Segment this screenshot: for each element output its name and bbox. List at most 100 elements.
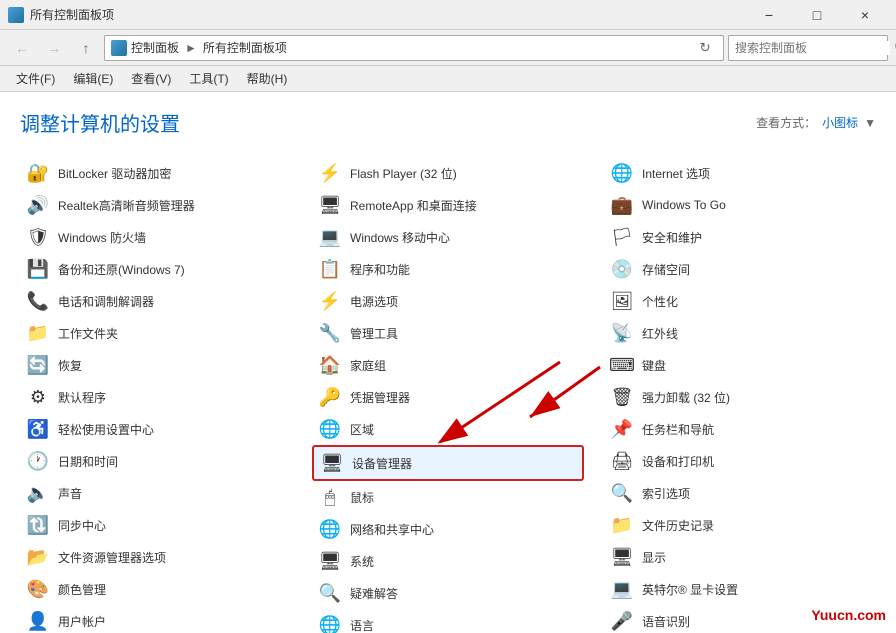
- item-useraccount[interactable]: 👤 用户帐户: [20, 605, 292, 633]
- troubleshoot-label: 疑难解答: [350, 585, 398, 602]
- filehistory-icon: 📁: [610, 513, 634, 537]
- item-bitlocker[interactable]: 🔐 BitLocker 驱动器加密: [20, 157, 292, 189]
- indexing-icon: 🔍: [610, 481, 634, 505]
- close-button[interactable]: ×: [842, 0, 888, 30]
- sound-icon: 🔈: [26, 481, 50, 505]
- item-power[interactable]: ⚡ 电源选项: [312, 285, 584, 317]
- taskbar-icon: 📌: [610, 417, 634, 441]
- item-sync[interactable]: 🔃 同步中心: [20, 509, 292, 541]
- item-programs[interactable]: 📋 程序和功能: [312, 253, 584, 285]
- minimize-button[interactable]: −: [746, 0, 792, 30]
- menu-view[interactable]: 查看(V): [123, 68, 179, 89]
- language-icon: 🌐: [318, 613, 342, 633]
- item-system[interactable]: 🖥 系统: [312, 545, 584, 577]
- item-network[interactable]: 🌐 网络和共享中心: [312, 513, 584, 545]
- power-label: 电源选项: [350, 293, 398, 310]
- item-personalize[interactable]: 🖼 个性化: [604, 285, 876, 317]
- page-header: 调整计算机的设置 查看方式： 小图标 ▼: [20, 108, 876, 137]
- view-value[interactable]: 小图标: [822, 114, 858, 131]
- item-realtek[interactable]: 🔊 Realtek高清晰音频管理器: [20, 189, 292, 221]
- menu-tools[interactable]: 工具(T): [181, 68, 236, 89]
- main-content: 调整计算机的设置 查看方式： 小图标 ▼ 🔐 BitLocker 驱动器加密: [0, 92, 896, 633]
- refresh-button[interactable]: ↻: [693, 36, 717, 60]
- datetime-icon: 🕐: [26, 449, 50, 473]
- maximize-button[interactable]: □: [794, 0, 840, 30]
- item-firewall[interactable]: 🛡 Windows 防火墙: [20, 221, 292, 253]
- region-label: 区域: [350, 421, 374, 438]
- uninstall-icon: 🗑: [610, 385, 634, 409]
- breadcrumb-2: 所有控制面板项: [203, 39, 287, 56]
- system-icon: 🖥: [318, 549, 342, 573]
- forward-button[interactable]: →: [40, 34, 68, 62]
- item-internet[interactable]: 🌐 Internet 选项: [604, 157, 876, 189]
- item-display[interactable]: 🖥 显示: [604, 541, 876, 573]
- item-winmobile[interactable]: 💻 Windows 移动中心: [312, 221, 584, 253]
- item-restore[interactable]: 🔄 恢复: [20, 349, 292, 381]
- item-infrared[interactable]: 📡 红外线: [604, 317, 876, 349]
- item-uninstall[interactable]: 🗑 强力卸载 (32 位): [604, 381, 876, 413]
- menu-edit[interactable]: 编辑(E): [65, 68, 121, 89]
- menu-file[interactable]: 文件(F): [8, 68, 63, 89]
- flashplayer-icon: ⚡: [318, 161, 342, 185]
- restore-label: 恢复: [58, 357, 82, 374]
- item-credentials[interactable]: 🔑 凭据管理器: [312, 381, 584, 413]
- flashplayer-label: Flash Player (32 位): [350, 165, 457, 182]
- back-button[interactable]: ←: [8, 34, 36, 62]
- devices-label: 设备和打印机: [642, 453, 714, 470]
- item-indexing[interactable]: 🔍 索引选项: [604, 477, 876, 509]
- datetime-label: 日期和时间: [58, 453, 118, 470]
- network-icon: 🌐: [318, 517, 342, 541]
- item-taskbar[interactable]: 📌 任务栏和导航: [604, 413, 876, 445]
- item-keyboard[interactable]: ⌨ 键盘: [604, 349, 876, 381]
- item-default[interactable]: ⚙ 默认程序: [20, 381, 292, 413]
- language-label: 语言: [350, 617, 374, 633]
- item-backup[interactable]: 💾 备份和还原(Windows 7): [20, 253, 292, 285]
- item-ease[interactable]: ♿ 轻松使用设置中心: [20, 413, 292, 445]
- item-filehistory[interactable]: 📁 文件历史记录: [604, 509, 876, 541]
- search-bar[interactable]: 🔍: [728, 35, 888, 61]
- item-workfolder[interactable]: 📁 工作文件夹: [20, 317, 292, 349]
- item-storage[interactable]: 💿 存储空间: [604, 253, 876, 285]
- item-device[interactable]: 🖥 设备管理器: [312, 445, 584, 481]
- storage-label: 存储空间: [642, 261, 690, 278]
- column-1: 🔐 BitLocker 驱动器加密 🔊 Realtek高清晰音频管理器 🛡 Wi…: [20, 157, 292, 633]
- homegroup-icon: 🏠: [318, 353, 342, 377]
- view-dropdown-icon[interactable]: ▼: [864, 116, 876, 130]
- item-mouse[interactable]: 🖱 鼠标: [312, 481, 584, 513]
- breadcrumb-separator: ►: [185, 41, 197, 55]
- item-sound[interactable]: 🔈 声音: [20, 477, 292, 509]
- color-icon: 🎨: [26, 577, 50, 601]
- window-title: 所有控制面板项: [30, 6, 114, 23]
- item-flashplayer[interactable]: ⚡ Flash Player (32 位): [312, 157, 584, 189]
- speech-icon: 🎤: [610, 609, 634, 633]
- item-security[interactable]: 🏳 安全和维护: [604, 221, 876, 253]
- keyboard-label: 键盘: [642, 357, 666, 374]
- item-devices[interactable]: 🖨 设备和打印机: [604, 445, 876, 477]
- item-region[interactable]: 🌐 区域: [312, 413, 584, 445]
- item-windowstogo[interactable]: 💼 Windows To Go: [604, 189, 876, 221]
- security-icon: 🏳: [610, 225, 634, 249]
- item-intel[interactable]: 💻 英特尔® 显卡设置: [604, 573, 876, 605]
- address-bar[interactable]: 控制面板 ► 所有控制面板项 ↻: [104, 35, 724, 61]
- item-language[interactable]: 🌐 语言: [312, 609, 584, 633]
- item-remoteapp[interactable]: 🖥 RemoteApp 和桌面连接: [312, 189, 584, 221]
- up-button[interactable]: ↑: [72, 34, 100, 62]
- devices-icon: 🖨: [610, 449, 634, 473]
- default-icon: ⚙: [26, 385, 50, 409]
- item-color[interactable]: 🎨 颜色管理: [20, 573, 292, 605]
- security-label: 安全和维护: [642, 229, 702, 246]
- item-homegroup[interactable]: 🏠 家庭组: [312, 349, 584, 381]
- item-explorer[interactable]: 📂 文件资源管理器选项: [20, 541, 292, 573]
- firewall-icon: 🛡: [26, 225, 50, 249]
- indexing-label: 索引选项: [642, 485, 690, 502]
- menu-help[interactable]: 帮助(H): [239, 68, 296, 89]
- region-icon: 🌐: [318, 417, 342, 441]
- item-datetime[interactable]: 🕐 日期和时间: [20, 445, 292, 477]
- item-troubleshoot[interactable]: 🔍 疑难解答: [312, 577, 584, 609]
- item-phone[interactable]: 📞 电话和调制解调器: [20, 285, 292, 317]
- phone-label: 电话和调制解调器: [58, 293, 154, 310]
- credentials-icon: 🔑: [318, 385, 342, 409]
- content-wrapper: 🔐 BitLocker 驱动器加密 🔊 Realtek高清晰音频管理器 🛡 Wi…: [20, 157, 876, 633]
- item-manage[interactable]: 🔧 管理工具: [312, 317, 584, 349]
- search-input[interactable]: [735, 41, 890, 55]
